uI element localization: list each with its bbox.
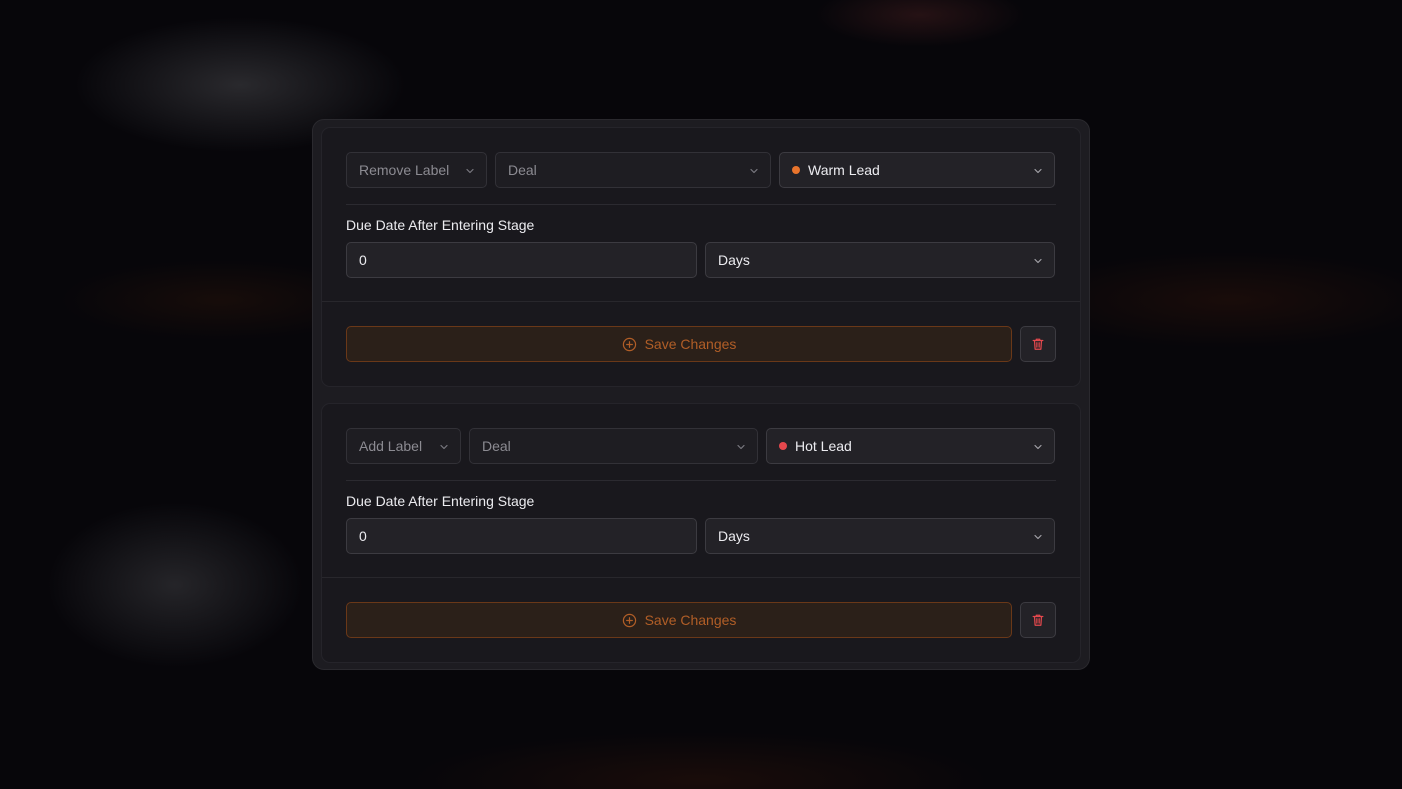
label-select[interactable]: Warm Lead (779, 152, 1055, 188)
label-color-dot (792, 166, 800, 174)
divider (346, 204, 1056, 205)
chevron-down-icon (1034, 444, 1042, 450)
delete-rule-button[interactable] (1020, 326, 1056, 362)
rule-card: Remove Label Deal Warm Lead Due Date Aft… (321, 127, 1081, 387)
rule-settings: Add Label Deal Hot Lead Due Date After E… (322, 404, 1080, 578)
entity-select[interactable]: Deal (495, 152, 771, 188)
save-changes-button[interactable]: Save Changes (346, 326, 1012, 362)
due-days-input[interactable]: 0 (346, 242, 697, 278)
divider (346, 480, 1056, 481)
action-select-value: Remove Label (359, 162, 450, 178)
due-date-row: 0 Days (346, 242, 1056, 278)
due-unit-value: Days (718, 528, 750, 544)
chevron-down-icon (440, 444, 448, 450)
rule-settings: Remove Label Deal Warm Lead Due Date Aft… (322, 128, 1080, 302)
save-changes-label: Save Changes (644, 612, 737, 628)
action-select[interactable]: Add Label (346, 428, 461, 464)
chevron-down-icon (737, 444, 745, 450)
delete-rule-button[interactable] (1020, 602, 1056, 638)
trash-icon (1032, 614, 1044, 626)
plus-circle-icon (622, 337, 636, 351)
due-date-heading: Due Date After Entering Stage (346, 217, 535, 233)
rule-selectors: Remove Label Deal Warm Lead (346, 152, 1056, 188)
due-unit-select[interactable]: Days (705, 242, 1055, 278)
save-changes-button[interactable]: Save Changes (346, 602, 1012, 638)
rule-card: Add Label Deal Hot Lead Due Date After E… (321, 403, 1081, 663)
rule-actions: Save Changes (322, 302, 1080, 362)
action-select-value: Add Label (359, 438, 423, 454)
due-unit-value: Days (718, 252, 750, 268)
label-select[interactable]: Hot Lead (766, 428, 1055, 464)
automation-rules-panel: Remove Label Deal Warm Lead Due Date Aft… (312, 119, 1090, 670)
due-unit-select[interactable]: Days (705, 518, 1055, 554)
entity-select-value: Deal (508, 162, 537, 178)
entity-select-value: Deal (482, 438, 511, 454)
chevron-down-icon (750, 168, 758, 174)
label-select-value: Warm Lead (808, 162, 880, 178)
trash-icon (1032, 338, 1044, 350)
save-changes-label: Save Changes (644, 336, 737, 352)
entity-select[interactable]: Deal (469, 428, 758, 464)
due-date-row: 0 Days (346, 518, 1056, 554)
plus-circle-icon (622, 613, 636, 627)
chevron-down-icon (1034, 168, 1042, 174)
label-select-value: Hot Lead (795, 438, 852, 454)
action-select[interactable]: Remove Label (346, 152, 487, 188)
due-date-heading: Due Date After Entering Stage (346, 493, 535, 509)
label-color-dot (779, 442, 787, 450)
chevron-down-icon (466, 168, 474, 174)
rule-selectors: Add Label Deal Hot Lead (346, 428, 1056, 464)
due-days-input[interactable]: 0 (346, 518, 697, 554)
rule-actions: Save Changes (322, 578, 1080, 638)
chevron-down-icon (1034, 258, 1042, 264)
chevron-down-icon (1034, 534, 1042, 540)
